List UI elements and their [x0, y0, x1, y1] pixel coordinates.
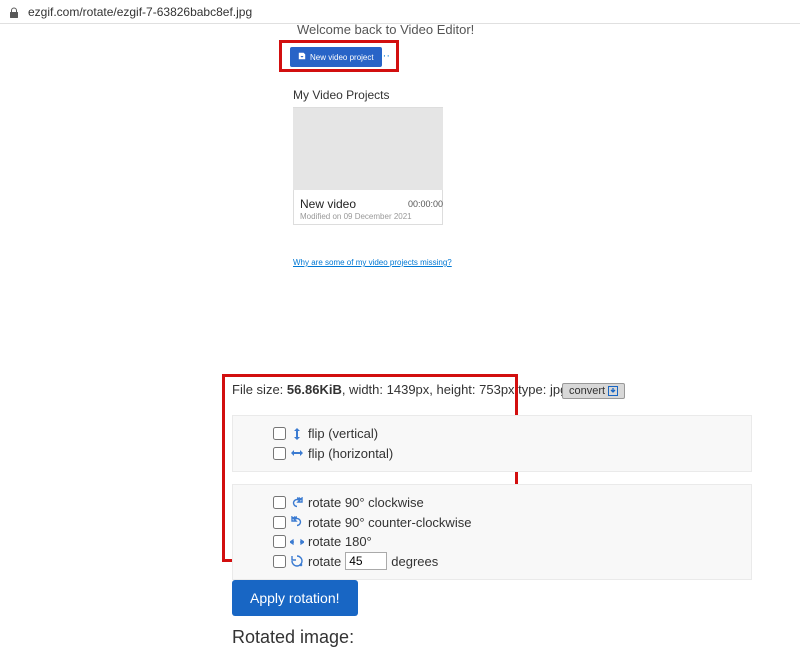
file-info: File size: 56.86KiB, width: 1439px, heig…: [232, 382, 567, 397]
rotate-180-checkbox[interactable]: [273, 535, 286, 548]
rotated-image-heading: Rotated image:: [232, 627, 354, 648]
welcome-heading: Welcome back to Video Editor!: [297, 22, 474, 37]
upload-icon: [298, 52, 306, 62]
download-icon: [608, 386, 618, 396]
flip-horizontal-checkbox[interactable]: [273, 447, 286, 460]
flip-vertical-checkbox[interactable]: [273, 427, 286, 440]
filetype-value: type: jpg: [515, 382, 568, 397]
flip-options-group: flip (vertical) flip (horizontal): [232, 415, 752, 472]
flip-horizontal-icon: [290, 446, 304, 460]
projects-heading: My Video Projects: [293, 88, 390, 102]
filesize-value: 56.86KiB: [287, 382, 342, 397]
new-project-label: New video project: [310, 53, 374, 62]
rotate-cw-icon: [290, 496, 304, 510]
lock-icon: [8, 6, 20, 18]
filesize-label: File size:: [232, 382, 287, 397]
page-url: ezgif.com/rotate/ezgif-7-63826babc8ef.jp…: [28, 5, 252, 19]
rotate-degrees-input[interactable]: [345, 552, 387, 570]
convert-button[interactable]: convert: [562, 383, 625, 399]
rotation-options: flip (vertical) flip (horizontal) rotate…: [232, 415, 752, 592]
missing-projects-link[interactable]: Why are some of my video projects missin…: [293, 258, 452, 267]
rotate-ccw-icon: [290, 515, 304, 529]
project-thumbnail[interactable]: [293, 108, 443, 190]
rotate-180-icon: [290, 535, 304, 549]
rotate-cw-checkbox[interactable]: [273, 496, 286, 509]
project-modified: Modified on 09 December 2021: [300, 212, 412, 221]
rotate-cw-label: rotate 90° clockwise: [308, 493, 424, 513]
rotate-custom-prefix: rotate: [308, 552, 341, 572]
rotate-custom-icon: [290, 554, 304, 568]
rotate-custom-checkbox[interactable]: [273, 555, 286, 568]
flip-vertical-icon: [290, 427, 304, 441]
flip-vertical-row: flip (vertical): [273, 424, 711, 444]
rotate-custom-suffix: degrees: [391, 552, 438, 572]
rotate-180-label: rotate 180°: [308, 532, 372, 552]
flip-horizontal-label: flip (horizontal): [308, 444, 393, 464]
rotate-180-row: rotate 180°: [273, 532, 711, 552]
rotate-cw-row: rotate 90° clockwise: [273, 493, 711, 513]
rotate-custom-row: rotate degrees: [273, 552, 711, 572]
flip-horizontal-row: flip (horizontal): [273, 444, 711, 464]
project-duration: 00:00:00: [408, 199, 443, 209]
dimensions-value: , width: 1439px, height: 753px: [342, 382, 515, 397]
rotate-ccw-checkbox[interactable]: [273, 516, 286, 529]
apply-rotation-button[interactable]: Apply rotation!: [232, 580, 358, 616]
convert-label: convert: [569, 385, 605, 397]
flip-vertical-label: flip (vertical): [308, 424, 378, 444]
new-video-project-button[interactable]: New video project: [290, 47, 382, 67]
url-bar: ezgif.com/rotate/ezgif-7-63826babc8ef.jp…: [0, 0, 800, 24]
more-options-button[interactable]: ···: [379, 50, 390, 62]
project-name: New video: [300, 197, 356, 211]
rotate-ccw-label: rotate 90° counter-clockwise: [308, 513, 471, 533]
rotate-options-group: rotate 90° clockwise rotate 90° counter-…: [232, 484, 752, 580]
rotate-ccw-row: rotate 90° counter-clockwise: [273, 513, 711, 533]
